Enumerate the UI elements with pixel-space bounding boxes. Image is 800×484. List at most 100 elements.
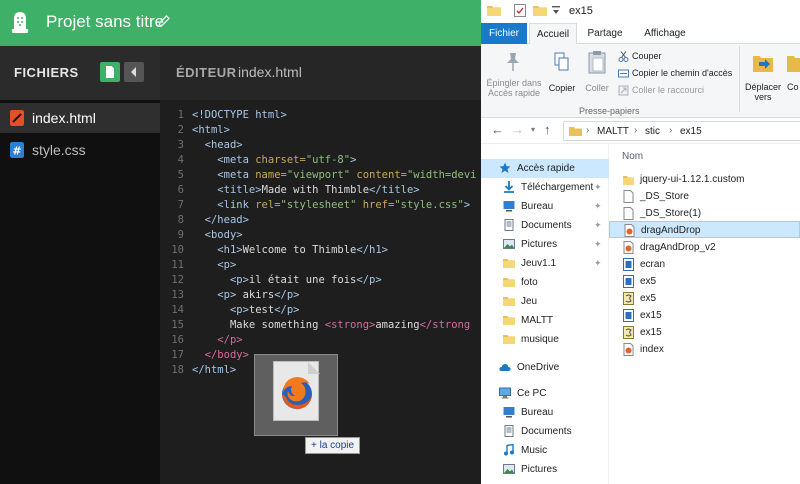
- file-item-style-css[interactable]: # style.css: [0, 135, 160, 165]
- paste-button[interactable]: Coller: [581, 48, 613, 100]
- code-line[interactable]: 9 <body>: [160, 228, 243, 243]
- project-title[interactable]: Projet sans titre: [46, 12, 164, 32]
- cut-button[interactable]: Couper: [632, 51, 662, 62]
- nav-item-bureau[interactable]: Bureau ✦: [481, 197, 609, 216]
- chevron-down-icon[interactable]: [551, 5, 561, 16]
- chevron-right-icon[interactable]: ›: [586, 125, 589, 136]
- back-arrow-icon[interactable]: ←: [491, 122, 504, 137]
- breadcrumb-stic[interactable]: stic: [645, 126, 660, 137]
- properties-icon[interactable]: [514, 4, 526, 17]
- paste-shortcut-button[interactable]: Coller le raccourci: [632, 85, 704, 96]
- nav-item-foto[interactable]: foto: [481, 273, 609, 292]
- nav-item-pc-documents[interactable]: Documents: [481, 422, 609, 441]
- list-item[interactable]: ex15: [609, 324, 800, 341]
- pin-icon[interactable]: ✦: [594, 182, 602, 192]
- nav-item-musique[interactable]: musique: [481, 330, 609, 349]
- nav-item-onedrive[interactable]: OneDrive: [481, 358, 609, 377]
- list-item[interactable]: index: [609, 341, 800, 358]
- css-file-icon: [623, 275, 634, 288]
- code-line[interactable]: 3 <head>: [160, 138, 243, 153]
- chevron-left-icon: [131, 67, 136, 77]
- breadcrumb-ex15[interactable]: ex15: [680, 126, 702, 137]
- nav-item-ce-pc[interactable]: Ce PC: [481, 384, 609, 403]
- computer-icon: [499, 387, 511, 399]
- column-header-name[interactable]: Nom: [622, 151, 643, 162]
- pictures-icon: [503, 239, 515, 249]
- list-item[interactable]: ex15: [609, 307, 800, 324]
- code-line[interactable]: 5 <meta name="viewport" content="width=d…: [160, 168, 477, 183]
- tab-fichier[interactable]: Fichier: [481, 23, 527, 44]
- code-line[interactable]: 6 <title>Made with Thimble</title>: [160, 183, 420, 198]
- copy-button[interactable]: Copier: [547, 48, 577, 100]
- list-item[interactable]: ex5: [609, 290, 800, 307]
- list-item[interactable]: _DS_Store: [609, 188, 800, 205]
- code-line[interactable]: 16 </p>: [160, 333, 242, 348]
- code-line[interactable]: 1 <!DOCTYPE html>: [160, 108, 287, 123]
- nav-item-pictures[interactable]: Pictures ✦: [481, 235, 609, 254]
- list-item[interactable]: ecran: [609, 256, 800, 273]
- paste-label: Coller: [585, 83, 609, 93]
- forward-arrow-icon[interactable]: →: [511, 122, 524, 137]
- breadcrumb-maltt[interactable]: MALTT: [597, 126, 629, 137]
- list-item[interactable]: _DS_Store(1): [609, 205, 800, 222]
- nav-item-pc-pictures[interactable]: Pictures: [481, 460, 609, 479]
- pin-label: Épingler dans: [486, 78, 542, 88]
- new-file-button[interactable]: [100, 62, 120, 82]
- clipboard-icon: [588, 51, 606, 74]
- code-line[interactable]: 12 <p>il était une fois</p>: [160, 273, 381, 288]
- pin-quick-access-button[interactable]: Épingler dans Accès rapide: [483, 48, 543, 100]
- new-folder-icon[interactable]: [533, 4, 547, 17]
- code-line[interactable]: 10 <h1>Welcome to Thimble</h1>: [160, 243, 388, 258]
- move-to-icon: [753, 56, 773, 72]
- list-item[interactable]: jquery-ui-1.12.1.custom: [609, 171, 800, 188]
- code-line[interactable]: 11 <p>: [160, 258, 236, 273]
- file-name: style.css: [32, 142, 86, 158]
- address-bar[interactable]: › MALTT › stic › ex15: [563, 121, 800, 141]
- nav-item-pc-bureau[interactable]: Bureau: [481, 403, 609, 422]
- code-line[interactable]: 17 </body>: [160, 348, 249, 363]
- code-line[interactable]: 8 </head>: [160, 213, 249, 228]
- pencil-icon[interactable]: [157, 14, 171, 28]
- list-item[interactable]: dragAndDrop_v2: [609, 239, 800, 256]
- pin-icon[interactable]: ✦: [594, 258, 602, 268]
- list-item[interactable]: ex5: [609, 273, 800, 290]
- pin-icon[interactable]: ✦: [594, 201, 602, 211]
- list-item-selected[interactable]: dragAndDrop: [609, 221, 800, 238]
- tab-affichage[interactable]: Affichage: [637, 23, 693, 44]
- html-file-icon: [623, 343, 634, 356]
- file-item-index-html[interactable]: index.html: [0, 103, 160, 133]
- pin-icon[interactable]: ✦: [594, 220, 602, 230]
- tab-partage[interactable]: Partage: [581, 23, 629, 44]
- copy-icon: [554, 52, 569, 71]
- move-to-button[interactable]: Déplacer vers: [743, 48, 783, 104]
- code-line[interactable]: 2 <html>: [160, 123, 230, 138]
- folder-icon: [487, 6, 501, 16]
- thimble-logo-icon[interactable]: [9, 10, 31, 34]
- nav-item-music[interactable]: Music: [481, 441, 609, 460]
- code-line[interactable]: 4 <meta charset="utf-8">: [160, 153, 357, 168]
- nav-item-telechargement[interactable]: Téléchargement ✦: [481, 178, 609, 197]
- pin-icon[interactable]: ✦: [594, 239, 602, 249]
- copy-to-button[interactable]: Co: [785, 48, 800, 104]
- folder-icon: [503, 297, 515, 306]
- code-line[interactable]: 13 <p> akirs</p>: [160, 288, 299, 303]
- code-line[interactable]: 18 </html>: [160, 363, 236, 378]
- chevron-right-icon[interactable]: ›: [669, 125, 672, 136]
- nav-item-jeuv1-1[interactable]: Jeuv1.1 ✦: [481, 254, 609, 273]
- chevron-right-icon[interactable]: ›: [634, 125, 637, 136]
- nav-item-documents[interactable]: Documents ✦: [481, 216, 609, 235]
- nav-item-quick-access[interactable]: Accès rapide: [481, 159, 609, 178]
- code-line[interactable]: 14 <p>test</p>: [160, 303, 299, 318]
- move-to-label: Déplacer: [744, 82, 782, 92]
- up-arrow-icon[interactable]: ↑: [544, 122, 551, 137]
- nav-item-jeu[interactable]: Jeu: [481, 292, 609, 311]
- code-line[interactable]: 15 Make something <strong>amazing</stron…: [160, 318, 470, 333]
- copy-path-button[interactable]: Copier le chemin d'accès: [632, 68, 732, 79]
- recent-chevron-icon[interactable]: ▾: [531, 125, 535, 134]
- file-name: index.html: [32, 110, 96, 126]
- code-line[interactable]: 7 <link rel="stylesheet" href="style.css…: [160, 198, 471, 213]
- nav-item-maltt[interactable]: MALTT: [481, 311, 609, 330]
- collapse-panel-button[interactable]: [124, 62, 144, 82]
- tab-accueil[interactable]: Accueil: [529, 23, 577, 44]
- html-file-icon: [623, 241, 634, 254]
